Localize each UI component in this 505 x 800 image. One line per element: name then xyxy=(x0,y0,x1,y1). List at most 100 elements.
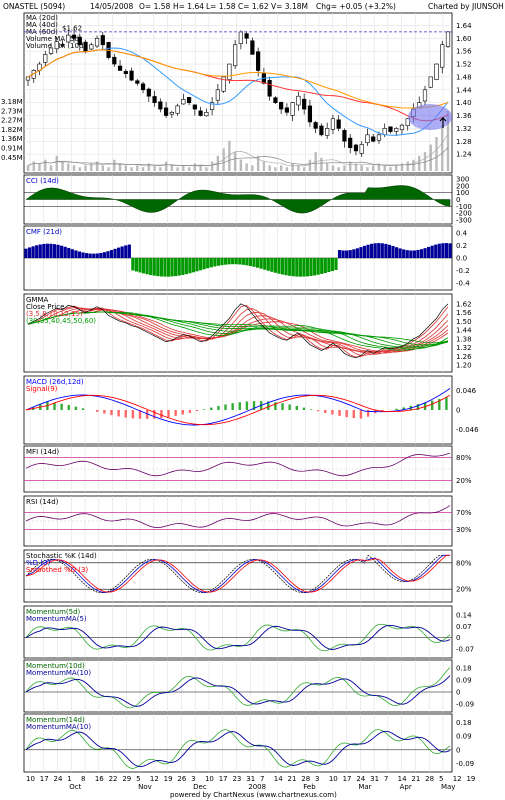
volume-bar xyxy=(348,161,352,171)
cmf-bar xyxy=(241,258,245,265)
volume-bar xyxy=(182,165,185,171)
macd-histogram-bar xyxy=(288,404,291,410)
candle-body xyxy=(89,44,94,50)
x-day-label: 5 xyxy=(136,775,140,783)
cmf-bar xyxy=(337,250,342,258)
cmf-bar xyxy=(120,246,124,258)
x-day-label: 7 xyxy=(384,775,388,783)
volume-bar xyxy=(153,165,156,171)
price-tick: 1.60 xyxy=(456,35,472,43)
x-day-label: 17 xyxy=(219,775,228,783)
cmf-bar xyxy=(170,258,174,277)
cmf-bar xyxy=(448,243,452,258)
candle-body xyxy=(313,122,318,129)
candle-body xyxy=(348,137,353,148)
x-month-label: Apr xyxy=(400,783,412,791)
mom14-title: MomentumMA(10) xyxy=(26,723,91,731)
price-tick: 1.44 xyxy=(456,86,472,94)
macd-histogram-bar xyxy=(395,408,398,410)
cmf-bar xyxy=(277,258,281,274)
price-tick: 1.24 xyxy=(456,151,472,159)
volume-bar xyxy=(320,157,323,171)
gmma-title: (30,35,40,45,50,60) xyxy=(26,317,96,325)
cmf-bar xyxy=(60,245,64,258)
candle-body xyxy=(112,56,117,65)
candle-body xyxy=(302,98,307,110)
highlight-ellipse xyxy=(408,104,452,130)
macd-histogram-bar xyxy=(103,410,106,414)
mom14-tick: 0 xyxy=(456,746,460,754)
macd-histogram-bar xyxy=(74,406,78,410)
macd-histogram-bar xyxy=(309,409,313,410)
cmf-bar xyxy=(81,252,85,258)
mom14-tick: 0.09 xyxy=(456,733,472,741)
cmf-bar xyxy=(52,244,57,258)
x-day-label: 10 xyxy=(329,775,338,783)
candle-body xyxy=(117,65,123,71)
rsi-tick: 70% xyxy=(456,509,472,517)
volume-tick: 0.91M xyxy=(1,145,23,153)
mom5-tick: 0.14 xyxy=(456,611,472,619)
candle-body xyxy=(233,44,238,67)
cmf-bar xyxy=(352,249,356,258)
macd-histogram-bar xyxy=(338,410,341,416)
candle-body xyxy=(440,44,445,68)
macd-histogram-bar xyxy=(295,405,298,410)
candle-body xyxy=(336,119,341,129)
macd-histogram-bar xyxy=(331,410,334,415)
cmf-bar xyxy=(31,246,35,258)
candle-body xyxy=(394,128,399,132)
candle-body xyxy=(60,44,65,46)
candle-body xyxy=(428,76,433,88)
cmf-bar xyxy=(99,252,103,258)
volume-bar xyxy=(406,161,409,171)
cmf-bar xyxy=(74,250,78,258)
volume-bar xyxy=(176,167,179,171)
volume-bar xyxy=(291,163,294,171)
cmf-bar xyxy=(124,245,128,258)
macd-histogram-bar xyxy=(174,410,177,416)
mom5-tick: -0.07 xyxy=(456,646,474,654)
volume-bar xyxy=(308,159,312,171)
x-day-label: 29 xyxy=(122,775,131,783)
x-day-label: 10 xyxy=(26,775,35,783)
macd-histogram-bar xyxy=(131,410,135,419)
volume-bar xyxy=(251,165,254,171)
mom14-tick: 0.18 xyxy=(456,719,472,727)
macd-tick: 0 xyxy=(456,407,460,415)
cmf-bar xyxy=(362,245,367,258)
footer-credit: powered by ChartNexus (www.chartnexus.co… xyxy=(170,791,337,799)
cmf-bar xyxy=(295,258,299,277)
cci-title: CCI (14d) xyxy=(26,177,59,185)
macd-histogram-bar xyxy=(188,410,192,413)
x-day-label: 28 xyxy=(301,775,310,783)
cmf-bar xyxy=(423,248,427,258)
candle-body xyxy=(140,83,146,91)
volume-bar xyxy=(67,163,70,171)
cmf-bar xyxy=(45,243,49,258)
candle-body xyxy=(238,31,243,44)
candle-body xyxy=(94,38,100,47)
macd-histogram-bar xyxy=(281,403,284,410)
macd-histogram-bar xyxy=(245,401,249,410)
macd-histogram-bar xyxy=(160,410,163,419)
volume-bar xyxy=(84,165,87,171)
cmf-bar xyxy=(113,248,117,258)
cmf-bar xyxy=(234,258,238,265)
cmf-bar xyxy=(273,258,278,273)
volume-bar xyxy=(302,167,306,171)
cmf-bar xyxy=(188,258,192,274)
macd-histogram-bar xyxy=(67,405,70,410)
x-month-label: May xyxy=(441,783,455,791)
cmf-bar xyxy=(298,258,302,277)
cmf-bar xyxy=(88,253,92,258)
candle-body xyxy=(290,102,295,116)
volume-bar xyxy=(285,167,289,171)
x-day-label: 3 xyxy=(315,775,319,783)
cmf-bar xyxy=(156,258,160,277)
price-tick: 1.64 xyxy=(456,22,472,30)
volume-bar xyxy=(268,165,271,171)
x-month-label: Mar xyxy=(358,783,371,791)
header-change: Chg= +0.05 (+3.2%) xyxy=(316,2,396,11)
cmf-bar xyxy=(109,250,114,258)
